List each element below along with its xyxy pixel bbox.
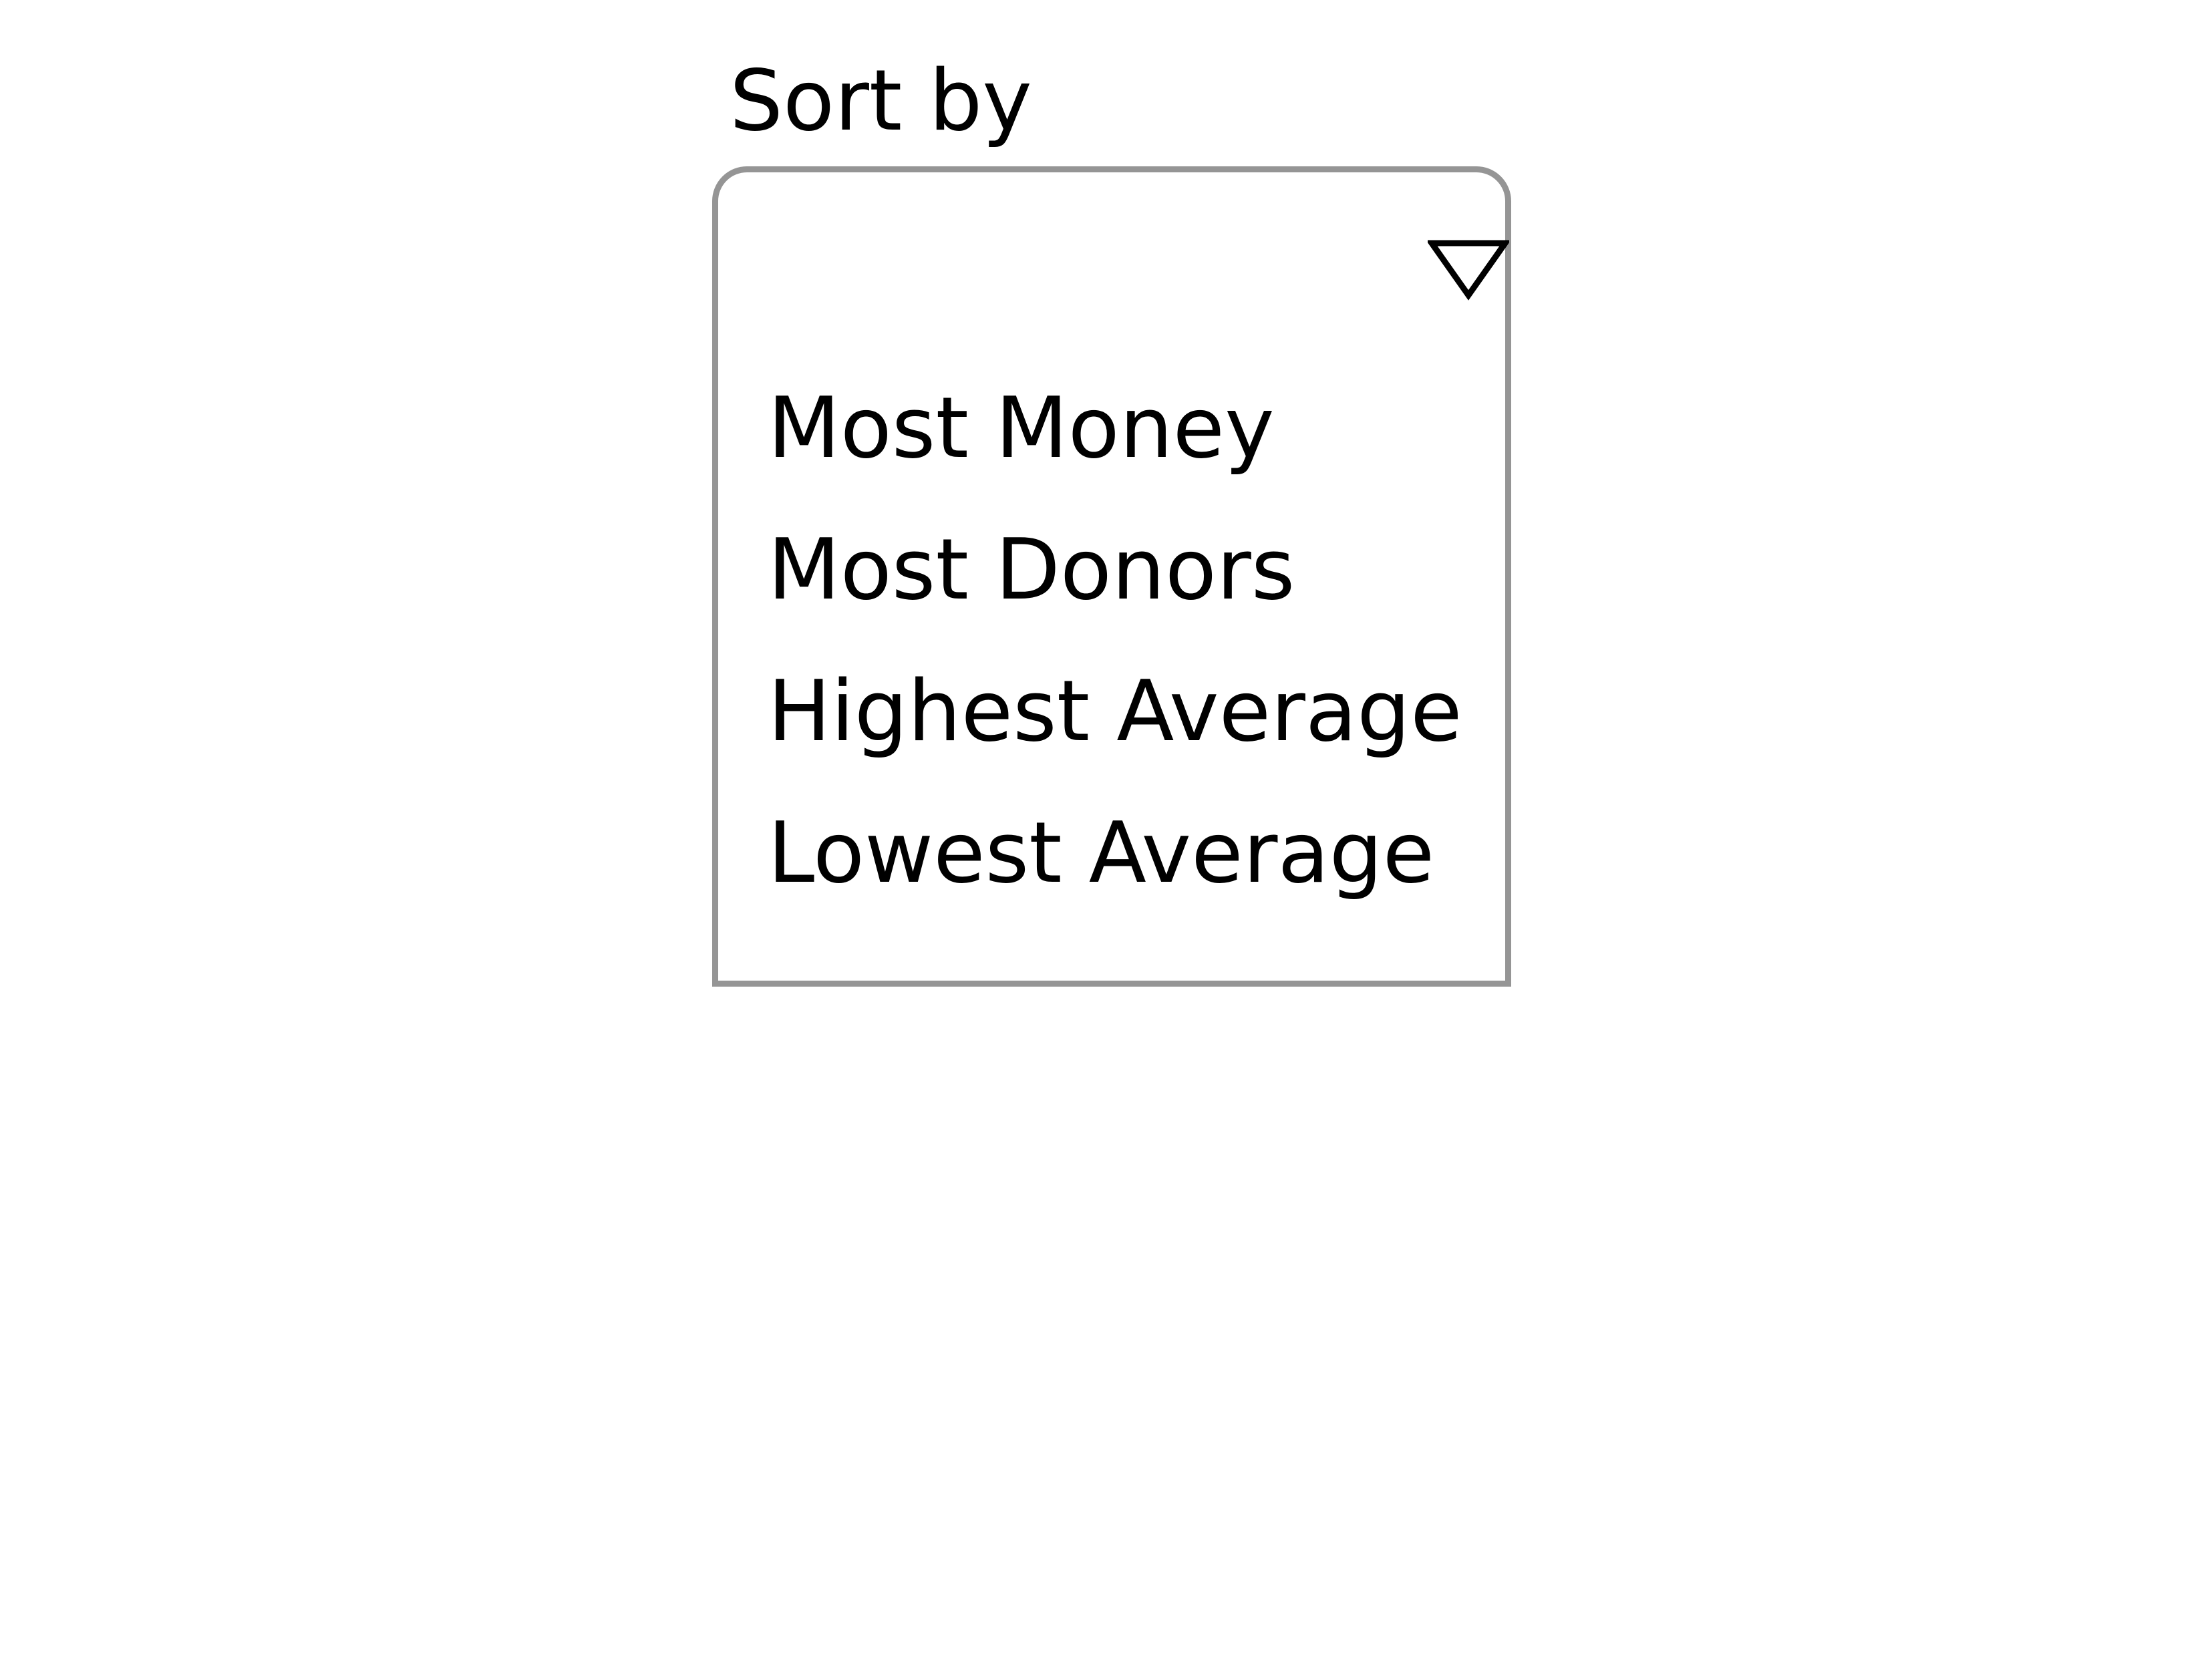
option-most-money[interactable]: Most Money xyxy=(768,386,1462,528)
option-most-donors[interactable]: Most Donors xyxy=(768,528,1462,669)
option-lowest-average[interactable]: Lowest Average xyxy=(768,811,1462,953)
sort-by-label: Sort by xyxy=(730,51,1032,150)
option-highest-average[interactable]: Highest Average xyxy=(768,669,1462,811)
triangle-down-icon[interactable] xyxy=(1428,239,1509,301)
dropdown-options-list: Most Money Most Donors Highest Average L… xyxy=(768,386,1462,953)
sort-dropdown[interactable]: Most Money Most Donors Highest Average L… xyxy=(712,166,1511,987)
